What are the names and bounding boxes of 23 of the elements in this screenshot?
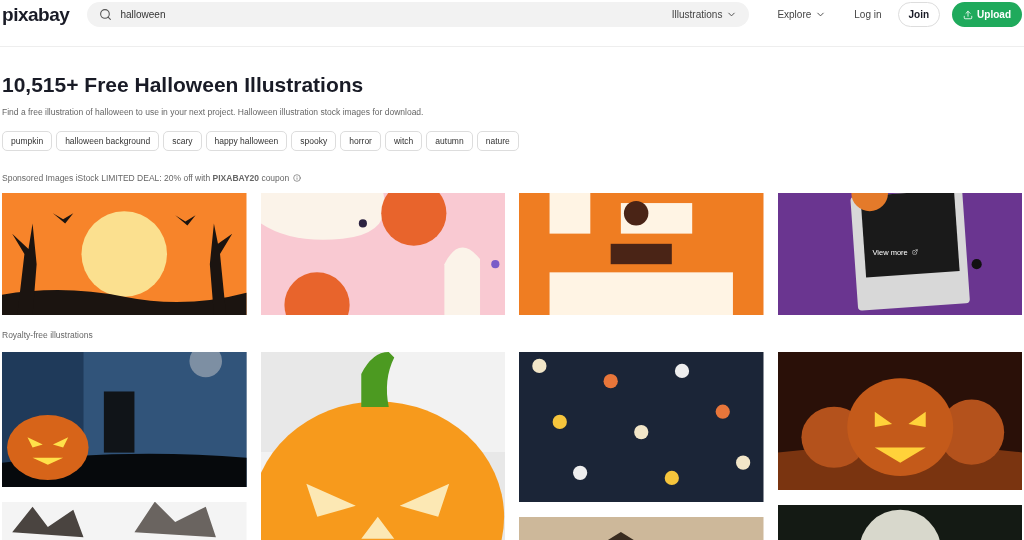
tag-chip[interactable]: witch [384, 131, 423, 151]
login-link[interactable]: Log in [854, 7, 882, 22]
tag-chip[interactable]: scary [163, 131, 202, 151]
tag-chip[interactable]: horror [340, 131, 381, 151]
search-field[interactable]: halloween Illustrations [87, 2, 750, 27]
page-description: Find a free illustration of halloween to use in your next project. Halloween illustration stock images for download. [2, 106, 425, 119]
external-link-icon [911, 249, 918, 256]
search-icon [99, 8, 113, 21]
info-icon [293, 174, 302, 183]
explore-menu[interactable]: Explore [777, 7, 827, 22]
tag-chip[interactable]: nature [476, 131, 519, 151]
tag-chip[interactable]: autumn [426, 131, 473, 151]
tag-chip[interactable]: spooky [291, 131, 337, 151]
sponsored-text: Sponsored Images iStock LIMITED DEAL: 20% off with PIXABAY20 coupon [2, 172, 290, 185]
search-value: halloween [120, 8, 167, 22]
upload-icon [963, 9, 974, 20]
tag-chip[interactable]: happy halloween [205, 131, 288, 151]
page-title: 10,515+ Free Halloween Illustrations [2, 72, 365, 98]
logo[interactable]: pixabay [2, 5, 70, 24]
section-label: Royalty-free illustrations [1, 328, 94, 342]
filter-dropdown[interactable]: Illustrations [671, 7, 738, 22]
tag-chip[interactable]: halloween background [56, 131, 160, 151]
tag-chip[interactable]: pumpkin [2, 131, 53, 151]
